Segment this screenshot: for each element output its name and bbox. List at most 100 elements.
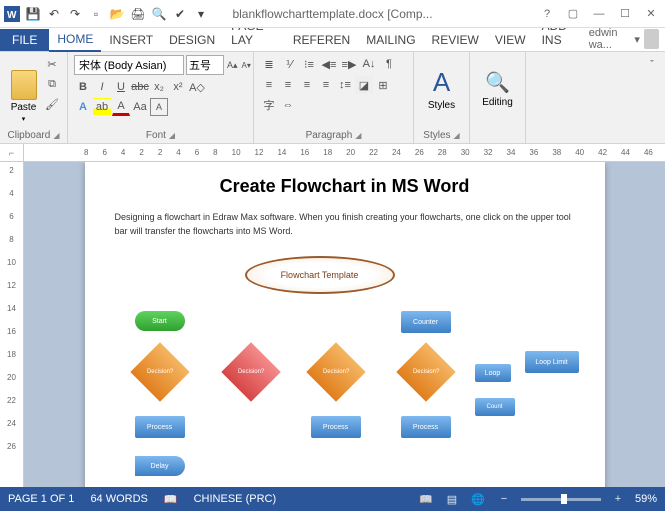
fc-delay: Delay bbox=[135, 456, 185, 476]
zoom-level[interactable]: 59% bbox=[635, 493, 657, 505]
status-proof-icon[interactable]: 📖 bbox=[164, 493, 178, 506]
multilevel-icon[interactable]: ⁝≡ bbox=[300, 55, 318, 73]
minimize-icon[interactable]: — bbox=[587, 4, 611, 24]
clipboard-launcher-icon[interactable]: ◢ bbox=[53, 131, 59, 140]
ribbon-tabs: FILE HOME INSERT DESIGN PAGE LAY REFEREN… bbox=[0, 28, 665, 52]
tab-mailings[interactable]: MAILING bbox=[358, 29, 423, 51]
decrease-indent-icon[interactable]: ◀≡ bbox=[320, 55, 338, 73]
spell-icon[interactable]: ✔ bbox=[170, 4, 190, 24]
copy-icon[interactable]: ⧉ bbox=[43, 75, 61, 93]
zoom-thumb[interactable] bbox=[561, 494, 567, 504]
zoom-slider[interactable] bbox=[521, 498, 601, 501]
underline-icon[interactable]: U bbox=[112, 78, 130, 96]
tab-view[interactable]: VIEW bbox=[487, 29, 534, 51]
horizontal-ruler[interactable]: 8642246810121416182022242628303234363840… bbox=[24, 144, 665, 162]
cut-icon[interactable]: ✂ bbox=[43, 55, 61, 73]
format-painter-icon[interactable]: 🖌 bbox=[43, 95, 61, 113]
clipboard-label: Clipboard bbox=[8, 130, 51, 141]
align-right-icon[interactable]: ≡ bbox=[298, 76, 316, 94]
fc-process2: Process bbox=[311, 416, 361, 438]
ruler-corner[interactable]: ⌐ bbox=[0, 144, 24, 162]
web-layout-icon[interactable]: 🌐 bbox=[469, 491, 487, 507]
group-editing: 🔍 Editing bbox=[470, 52, 526, 143]
shading-icon[interactable]: ◪ bbox=[355, 76, 373, 94]
undo-icon[interactable]: ↶ bbox=[44, 4, 64, 24]
show-marks-icon[interactable]: ¶ bbox=[380, 55, 398, 73]
paste-button[interactable]: Paste ▾ bbox=[6, 55, 41, 123]
word-icon[interactable]: W bbox=[2, 4, 22, 24]
help-icon[interactable]: ? bbox=[535, 4, 559, 24]
tab-design[interactable]: DESIGN bbox=[161, 29, 223, 51]
styles-launcher-icon[interactable]: ◢ bbox=[454, 131, 460, 140]
fc-process1: Process bbox=[135, 416, 185, 438]
grow-font-icon[interactable]: A▴ bbox=[226, 56, 239, 74]
bold-icon[interactable]: B bbox=[74, 78, 92, 96]
open-icon[interactable]: 📂 bbox=[107, 4, 127, 24]
user-name: edwin wa... bbox=[589, 27, 631, 51]
fc-process3: Process bbox=[401, 416, 451, 438]
highlight-icon[interactable]: ab bbox=[93, 98, 111, 116]
page[interactable]: Create Flowchart in MS Word Designing a … bbox=[85, 162, 605, 487]
print-layout-icon[interactable]: ▤ bbox=[443, 491, 461, 507]
text-effects-icon[interactable]: A bbox=[74, 98, 92, 116]
avatar[interactable] bbox=[644, 29, 659, 49]
styles-button[interactable]: A Styles bbox=[420, 55, 463, 123]
font-size-input[interactable] bbox=[186, 55, 224, 75]
numbering-icon[interactable]: ⅟ bbox=[280, 55, 298, 73]
shrink-font-icon[interactable]: A▾ bbox=[241, 56, 252, 74]
tab-references[interactable]: REFEREN bbox=[285, 29, 358, 51]
editing-label: Editing bbox=[482, 97, 513, 108]
status-language[interactable]: CHINESE (PRC) bbox=[194, 493, 277, 505]
redo-icon[interactable]: ↷ bbox=[65, 4, 85, 24]
increase-indent-icon[interactable]: ≡▶ bbox=[340, 55, 358, 73]
user-area[interactable]: edwin wa... ▾ bbox=[589, 27, 665, 51]
vertical-ruler[interactable]: 2468101214161820222426 bbox=[0, 162, 24, 487]
tab-home[interactable]: HOME bbox=[49, 28, 101, 52]
change-case-icon[interactable]: Aa bbox=[131, 98, 149, 116]
group-styles: A Styles Styles◢ bbox=[414, 52, 470, 143]
character-border-icon[interactable]: A bbox=[150, 98, 168, 116]
font-launcher-icon[interactable]: ◢ bbox=[169, 131, 175, 140]
status-words[interactable]: 64 WORDS bbox=[90, 493, 147, 505]
read-mode-icon[interactable]: 📖 bbox=[417, 491, 435, 507]
print-icon[interactable]: 🖨 bbox=[128, 4, 148, 24]
distributed-icon[interactable]: ⇔ bbox=[279, 96, 297, 114]
file-tab[interactable]: FILE bbox=[0, 29, 49, 51]
qat-more-icon[interactable]: ▾ bbox=[191, 4, 211, 24]
new-icon[interactable]: ▫ bbox=[86, 4, 106, 24]
user-chevron-icon: ▾ bbox=[634, 33, 640, 46]
tab-insert[interactable]: INSERT bbox=[101, 29, 161, 51]
sort-icon[interactable]: A↓ bbox=[360, 55, 378, 73]
zoom-in-icon[interactable]: + bbox=[609, 491, 627, 507]
paragraph-label: Paragraph bbox=[306, 130, 353, 141]
save-icon[interactable]: 💾 bbox=[23, 4, 43, 24]
status-page[interactable]: PAGE 1 OF 1 bbox=[8, 493, 74, 505]
font-name-input[interactable] bbox=[74, 55, 184, 75]
collapse-ribbon-icon[interactable]: ˇ bbox=[643, 56, 661, 74]
strike-icon[interactable]: abc bbox=[131, 78, 149, 96]
font-color-icon[interactable]: A bbox=[112, 98, 130, 116]
paragraph-launcher-icon[interactable]: ◢ bbox=[355, 131, 361, 140]
align-center-icon[interactable]: ≡ bbox=[279, 76, 297, 94]
zoom-out-icon[interactable]: − bbox=[495, 491, 513, 507]
tab-review[interactable]: REVIEW bbox=[424, 29, 487, 51]
maximize-icon[interactable]: ☐ bbox=[613, 4, 637, 24]
paste-chevron-icon: ▾ bbox=[22, 115, 26, 123]
subscript-icon[interactable]: x₂ bbox=[150, 78, 168, 96]
editing-button[interactable]: 🔍 Editing bbox=[476, 55, 519, 123]
clear-format-icon[interactable]: A◇ bbox=[188, 78, 206, 96]
ribbon-display-icon[interactable]: ▢ bbox=[561, 4, 585, 24]
justify-icon[interactable]: ≡ bbox=[317, 76, 335, 94]
borders-icon[interactable]: ⊞ bbox=[374, 76, 392, 94]
preview-icon[interactable]: 🔍 bbox=[149, 4, 169, 24]
asian-layout-icon[interactable]: 字 bbox=[260, 96, 278, 114]
align-left-icon[interactable]: ≡ bbox=[260, 76, 278, 94]
line-spacing-icon[interactable]: ↕≡ bbox=[336, 76, 354, 94]
window-title: blankflowcharttemplate.docx [Comp... bbox=[232, 7, 432, 21]
fc-counter: Counter bbox=[401, 311, 451, 333]
superscript-icon[interactable]: x² bbox=[169, 78, 187, 96]
document-scroll[interactable]: Create Flowchart in MS Word Designing a … bbox=[24, 162, 665, 487]
italic-icon[interactable]: I bbox=[93, 78, 111, 96]
close-icon[interactable]: ✕ bbox=[639, 4, 663, 24]
bullets-icon[interactable]: ≣ bbox=[260, 55, 278, 73]
